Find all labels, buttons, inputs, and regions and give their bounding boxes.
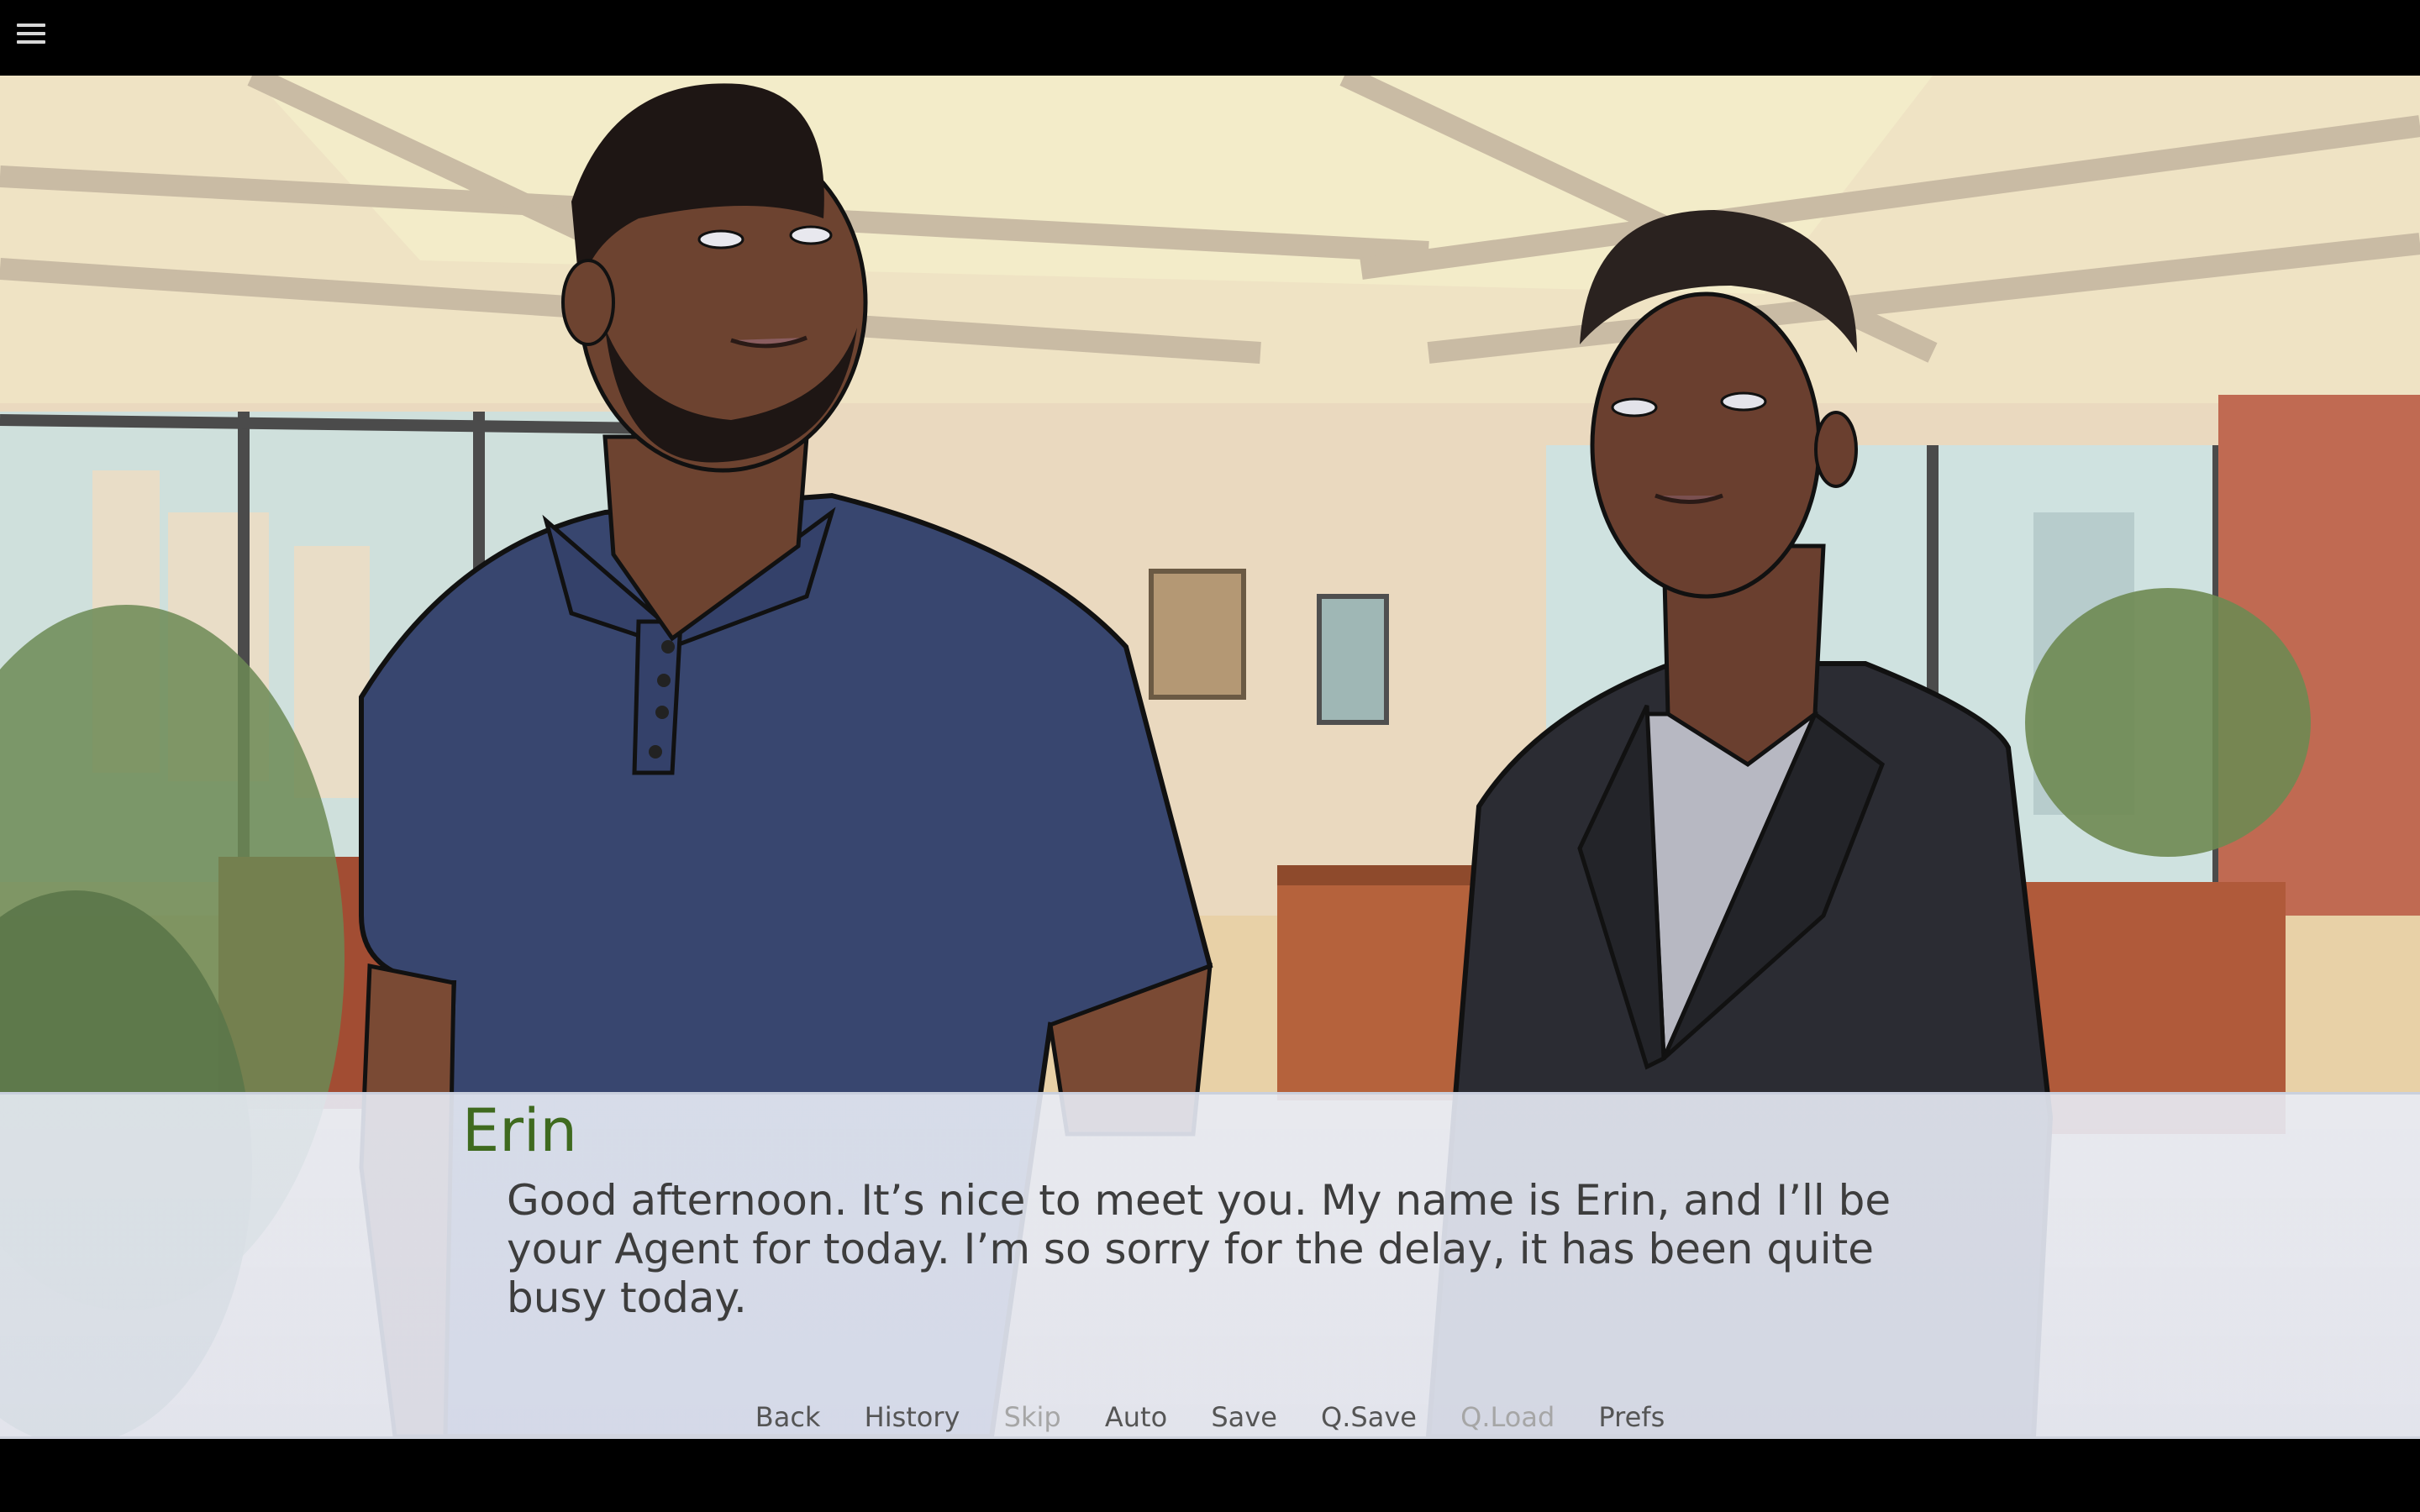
save-button[interactable]: Save [1211, 1401, 1277, 1433]
speaker-name: Erin [462, 1096, 577, 1165]
quick-load-button[interactable]: Q.Load [1460, 1401, 1555, 1433]
skip-button[interactable]: Skip [1004, 1401, 1061, 1433]
prefs-button[interactable]: Prefs [1598, 1401, 1665, 1433]
auto-button[interactable]: Auto [1105, 1401, 1167, 1433]
dialogue-text: Good afternoon. It’s nice to meet you. M… [507, 1176, 1891, 1322]
bottom-bar [0, 1436, 2420, 1512]
hamburger-menu-icon[interactable] [17, 24, 45, 49]
quick-menu: Back History Skip Auto Save Q.Save Q.Loa… [0, 1401, 2420, 1433]
top-bar [0, 0, 2420, 76]
back-button[interactable]: Back [755, 1401, 821, 1433]
history-button[interactable]: History [865, 1401, 960, 1433]
quick-save-button[interactable]: Q.Save [1321, 1401, 1417, 1433]
